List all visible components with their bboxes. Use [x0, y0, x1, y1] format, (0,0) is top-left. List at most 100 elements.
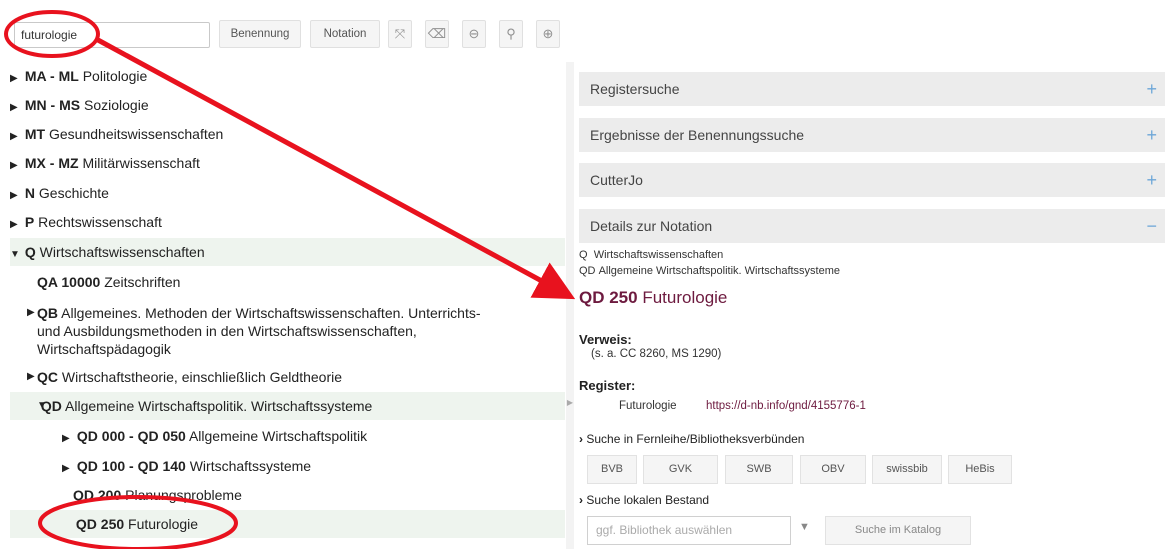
plus-icon[interactable]: + — [1146, 72, 1157, 106]
collapsed-arrow-icon[interactable]: ▶ — [62, 460, 73, 478]
search-input[interactable] — [14, 22, 210, 48]
fernleihe-label: Suche in Fernleihe/Bibliotheksverbünden — [586, 432, 805, 446]
breadcrumb-label[interactable]: Wirtschaftswissenschaften — [594, 249, 724, 261]
tree-node-code: MX - MZ — [24, 155, 79, 171]
tree-node[interactable]: ▶ QB Allgemeines. Methoden der Wirtschaf… — [27, 304, 557, 358]
library-button-bvb[interactable]: BVB — [587, 455, 637, 484]
tree-node-selected-branch[interactable]: ▼ QD Allgemeine Wirtschaftspolitik. Wirt… — [10, 392, 565, 420]
breadcrumb-code[interactable]: Q — [579, 249, 588, 261]
tree-node[interactable]: ▶ QD 100 - QD 140 Wirtschaftssysteme — [62, 457, 565, 478]
fernleihe-section[interactable]: › Suche in Fernleihe/Bibliotheksverbünde… — [579, 432, 804, 446]
eraser-icon[interactable]: ⌫ — [425, 20, 449, 48]
plus-icon[interactable]: + — [1146, 163, 1157, 197]
tree-node[interactable]: ▶ P Rechtswissenschaft — [10, 213, 565, 234]
breadcrumb-code[interactable]: QD — [579, 265, 596, 277]
register-label: Register: — [579, 378, 636, 393]
collapsed-arrow-icon[interactable]: ▶ — [10, 216, 21, 234]
collapsed-arrow-icon[interactable]: ▶ — [10, 99, 21, 117]
tree-node-code: QD 100 - QD 140 — [76, 458, 186, 474]
catalog-search-button[interactable]: Suche im Katalog — [825, 516, 971, 545]
dropdown-caret-icon[interactable]: ▼ — [799, 521, 810, 533]
splitter-arrow-icon[interactable]: ▶ — [566, 398, 574, 407]
accordion-title: Ergebnisse der Benennungssuche — [590, 127, 805, 143]
benennung-button[interactable]: Benennung — [219, 20, 301, 48]
tree-node-label: Militärwissenschaft — [82, 155, 200, 171]
library-button-gvk[interactable]: GVK — [643, 455, 718, 484]
tree-node[interactable]: ▶ MT Gesundheitswissenschaften — [10, 125, 565, 146]
tree-node-code: P — [24, 214, 35, 230]
notation-tree: ▶ MA - ML Politologie ▶ MN - MS Soziolog… — [0, 62, 565, 549]
tree-node-label-cont: Wirtschaftspädagogik — [37, 341, 171, 357]
breadcrumb-label[interactable]: Allgemeine Wirtschaftspolitik. Wirtschaf… — [599, 265, 840, 277]
details-panel: Registersuche + Ergebnisse der Benennung… — [579, 62, 1165, 549]
tree-node[interactable]: ▶ MX - MZ Militärwissenschaft — [10, 154, 565, 175]
tree-node-label: Allgemeine Wirtschaftspolitik — [188, 428, 368, 444]
tree-node-label: Planungsprobleme — [125, 487, 242, 503]
tree-node[interactable]: ▶ N Geschichte — [10, 184, 565, 205]
tree-node-label: Gesundheitswissenschaften — [49, 126, 224, 142]
notation-title-code: QD 250 — [579, 288, 638, 307]
accordion-title: Details zur Notation — [590, 218, 713, 234]
expand-all-icon[interactable]: ⤧ — [388, 20, 412, 48]
expanded-arrow-icon[interactable]: ▼ — [37, 392, 48, 420]
tree-node-label: Politologie — [82, 68, 148, 84]
verweis-label: Verweis: — [579, 332, 632, 347]
tree-node-label-cont: und Ausbildungsmethoden in den Wirtschaf… — [37, 323, 417, 339]
tree-node[interactable]: QA 10000 Zeitschriften — [37, 273, 565, 291]
search-icon[interactable]: ⚲ — [499, 20, 523, 48]
accordion-details[interactable]: Details zur Notation − — [579, 209, 1165, 243]
tree-node-code: QD 000 - QD 050 — [76, 428, 186, 444]
accordion-registersuche[interactable]: Registersuche + — [579, 72, 1165, 106]
collapsed-arrow-icon[interactable]: ▶ — [10, 70, 21, 88]
tree-node-selected[interactable]: QD 250 Futurologie — [10, 510, 565, 538]
tree-node-code: N — [24, 185, 36, 201]
lokal-label: Suche lokalen Bestand — [586, 493, 710, 507]
collapsed-arrow-icon[interactable]: ▶ — [10, 128, 21, 146]
library-button-swb[interactable]: SWB — [725, 455, 793, 484]
zoom-out-icon[interactable]: ⊖ — [462, 20, 486, 48]
notation-title: QD 250 Futurologie — [579, 288, 727, 308]
tree-node-label: Wirtschaftssysteme — [189, 458, 312, 474]
library-button-swissbib[interactable]: swissbib — [872, 455, 942, 484]
tree-node-code: QC — [37, 369, 58, 385]
collapsed-arrow-icon[interactable]: ▶ — [27, 304, 38, 322]
tree-node-selected-branch[interactable]: ▼ Q Wirtschaftswissenschaften — [10, 238, 565, 266]
expanded-arrow-icon[interactable]: ▼ — [10, 241, 21, 269]
tree-node-label: Soziologie — [84, 97, 149, 113]
accordion-cutterjo[interactable]: CutterJo + — [579, 163, 1165, 197]
tree-node-label: Wirtschaftswissenschaften — [39, 244, 205, 260]
tree-node[interactable]: ▶ MN - MS Soziologie — [10, 96, 565, 117]
tree-node[interactable]: ▶ MA - ML Politologie — [10, 67, 565, 88]
minus-icon[interactable]: − — [1146, 209, 1157, 243]
tree-node-label: Allgemeines. Methoden der Wirtschaftswis… — [61, 305, 481, 321]
tree-node-code: Q — [24, 244, 36, 260]
library-select[interactable]: ggf. Bibliothek auswählen — [587, 516, 791, 545]
pane-splitter[interactable]: ▶ — [566, 62, 574, 549]
accordion-benennungssuche[interactable]: Ergebnisse der Benennungssuche + — [579, 118, 1165, 152]
tree-node-code: MA - ML — [24, 68, 79, 84]
register-gnd-link[interactable]: https://d-nb.info/gnd/4155776-1 — [706, 400, 866, 412]
notation-button[interactable]: Notation — [310, 20, 380, 48]
tree-node[interactable]: QD 200 Planungsprobleme — [73, 486, 565, 504]
plus-icon[interactable]: + — [1146, 118, 1157, 152]
breadcrumb: Q Wirtschaftswissenschaften — [579, 249, 723, 261]
tree-node-label: Geschichte — [38, 185, 109, 201]
tree-node-code: QB — [37, 305, 58, 321]
toolbar: Benennung Notation ⤧ ⌫ ⊖ ⚲ ⊕ — [0, 0, 1165, 62]
collapsed-arrow-icon[interactable]: ▶ — [27, 368, 38, 386]
collapsed-arrow-icon[interactable]: ▶ — [62, 430, 73, 448]
tree-node-label: Zeitschriften — [104, 274, 181, 290]
tree-node-label: Rechtswissenschaft — [38, 214, 162, 230]
tree-node[interactable]: ▶ QD 000 - QD 050 Allgemeine Wirtschafts… — [62, 427, 565, 448]
lokal-section[interactable]: › Suche lokalen Bestand — [579, 493, 709, 507]
breadcrumb: QD Allgemeine Wirtschaftspolitik. Wirtsc… — [579, 265, 840, 277]
tree-node[interactable]: ▶ QC Wirtschaftstheorie, einschließlich … — [27, 368, 565, 386]
tree-node-code: MT — [24, 126, 46, 142]
collapsed-arrow-icon[interactable]: ▶ — [10, 157, 21, 175]
zoom-in-icon[interactable]: ⊕ — [536, 20, 560, 48]
library-button-hebis[interactable]: HeBis — [948, 455, 1012, 484]
tree-node-label: Allgemeine Wirtschaftspolitik. Wirtschaf… — [65, 398, 373, 414]
collapsed-arrow-icon[interactable]: ▶ — [10, 187, 21, 205]
tree-node-partial — [37, 544, 565, 549]
library-button-obv[interactable]: OBV — [800, 455, 866, 484]
